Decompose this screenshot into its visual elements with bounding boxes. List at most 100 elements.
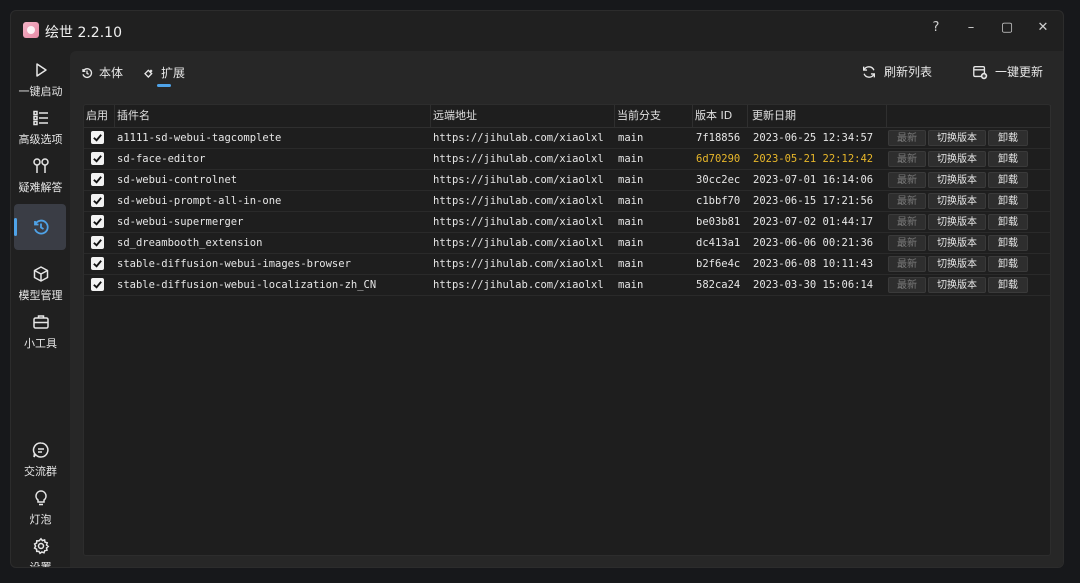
enable-checkbox[interactable]: [91, 215, 104, 228]
remote-url: https://jihulab.com/xiaolxl: [433, 237, 604, 249]
help-button[interactable]: ?: [921, 15, 951, 39]
sidebar-item-settings[interactable]: 设置: [11, 533, 70, 567]
uninstall-button[interactable]: 卸载: [988, 151, 1028, 167]
sidebar-item-advanced[interactable]: 高级选项: [11, 105, 70, 153]
latest-button[interactable]: 最新: [888, 235, 926, 251]
sidebar-item-label: 交流群: [24, 465, 57, 478]
col-name-header: 插件名: [115, 105, 431, 127]
uninstall-button[interactable]: 卸载: [988, 235, 1028, 251]
table-row: sd-webui-supermerger https://jihulab.com/…: [84, 212, 1050, 233]
update-date: 2023-06-08 10:11:43: [753, 258, 874, 270]
switch-version-button[interactable]: 切换版本: [928, 151, 986, 167]
title-bar: 绘世 2.2.10 ? – ▢ ✕: [11, 11, 1063, 51]
remote-url: https://jihulab.com/xiaolxl: [433, 216, 604, 228]
switch-version-button[interactable]: 切换版本: [928, 130, 986, 146]
sidebar-item-tools[interactable]: 小工具: [11, 309, 70, 357]
refresh-list-button[interactable]: 刷新列表: [861, 63, 932, 80]
tab-core[interactable]: 本体: [81, 64, 123, 81]
branch: main: [618, 279, 644, 291]
version-id: 6d70290: [696, 153, 741, 165]
enable-checkbox[interactable]: [91, 152, 104, 165]
sidebar-item-launch[interactable]: 一键启动: [11, 57, 70, 105]
latest-button[interactable]: 最新: [888, 214, 926, 230]
sidebar-item-label: 灯泡: [29, 513, 52, 526]
sidebar-item-models[interactable]: 模型管理: [11, 261, 70, 309]
sidebar-item-label: 疑难解答: [18, 181, 63, 194]
table-row: sd-webui-prompt-all-in-one https://jihula…: [84, 191, 1050, 212]
tab-extensions[interactable]: 扩展: [143, 64, 185, 81]
update-date: 2023-06-06 00:21:36: [753, 237, 874, 249]
sidebar-item-history[interactable]: [11, 204, 70, 252]
enable-checkbox[interactable]: [91, 257, 104, 270]
uninstall-button[interactable]: 卸载: [988, 277, 1028, 293]
sidebar-item-label: 一键启动: [18, 85, 63, 98]
sidebar-item-bulb[interactable]: 灯泡: [11, 485, 70, 533]
col-branch-header: 当前分支: [615, 105, 693, 127]
extensions-table: 启用 插件名 远端地址 当前分支 版本 ID 更新日期 a1111-sd-web…: [83, 104, 1051, 556]
check-icon: [93, 281, 102, 289]
switch-version-button[interactable]: 切换版本: [928, 235, 986, 251]
version-id: c1bbf70: [696, 195, 741, 207]
main-panel: 本体 扩展 刷新列表 一键更新 启用 插件名 远端地址 当前分支 版本 ID 更…: [70, 51, 1063, 567]
sidebar-item-label: 高级选项: [18, 133, 63, 146]
branch: main: [618, 195, 644, 207]
uninstall-button[interactable]: 卸载: [988, 256, 1028, 272]
branch: main: [618, 237, 644, 249]
update-date: 2023-07-01 16:14:06: [753, 174, 874, 186]
enable-checkbox[interactable]: [91, 236, 104, 249]
extension-name: sd_dreambooth_extension: [117, 237, 263, 249]
switch-version-button[interactable]: 切换版本: [928, 256, 986, 272]
update-date: 2023-07-02 01:44:17: [753, 216, 874, 228]
enable-checkbox[interactable]: [91, 194, 104, 207]
latest-button[interactable]: 最新: [888, 193, 926, 209]
tab-label: 扩展: [161, 66, 186, 80]
table-row: stable-diffusion-webui-images-browser htt…: [84, 254, 1050, 275]
switch-version-button[interactable]: 切换版本: [928, 172, 986, 188]
table-row: sd-webui-controlnet https://jihulab.com/x…: [84, 170, 1050, 191]
remote-url: https://jihulab.com/xiaolxl: [433, 153, 604, 165]
version-id: b2f6e4c: [696, 258, 741, 270]
col-enabled-header: 启用: [84, 105, 115, 127]
table-row: stable-diffusion-webui-localization-zh_C…: [84, 275, 1050, 296]
extension-name: sd-webui-supermerger: [117, 216, 244, 228]
enable-checkbox[interactable]: [91, 173, 104, 186]
refresh-list-label: 刷新列表: [884, 65, 933, 79]
version-id: 582ca24: [696, 279, 741, 291]
update-date: 2023-03-30 15:06:14: [753, 279, 874, 291]
sidebar-item-label: 小工具: [24, 337, 57, 350]
extension-name: sd-webui-prompt-all-in-one: [117, 195, 282, 207]
update-icon: [973, 65, 988, 79]
sidebar-item-label: 模型管理: [18, 289, 63, 302]
close-button[interactable]: ✕: [1028, 15, 1058, 39]
sidebar-item-chat[interactable]: 交流群: [11, 437, 70, 485]
switch-version-button[interactable]: 切换版本: [928, 214, 986, 230]
uninstall-button[interactable]: 卸载: [988, 172, 1028, 188]
latest-button[interactable]: 最新: [888, 277, 926, 293]
uninstall-button[interactable]: 卸载: [988, 130, 1028, 146]
table-row: sd_dreambooth_extension https://jihulab.c…: [84, 233, 1050, 254]
check-icon: [93, 176, 102, 184]
sidebar-item-troubleshoot[interactable]: 疑难解答: [11, 153, 70, 201]
latest-button[interactable]: 最新: [888, 130, 926, 146]
latest-button[interactable]: 最新: [888, 256, 926, 272]
minimize-button[interactable]: –: [956, 15, 986, 39]
enable-checkbox[interactable]: [91, 131, 104, 144]
app-window: 绘世 2.2.10 ? – ▢ ✕ 一键启动 高级选项 疑难解答 模型管理 小工…: [10, 10, 1064, 568]
branch: main: [618, 153, 644, 165]
extension-name: sd-webui-controlnet: [117, 174, 238, 186]
switch-version-button[interactable]: 切换版本: [928, 277, 986, 293]
maximize-button[interactable]: ▢: [992, 15, 1022, 39]
update-all-label: 一键更新: [995, 65, 1044, 79]
check-icon: [93, 239, 102, 247]
switch-version-button[interactable]: 切换版本: [928, 193, 986, 209]
uninstall-button[interactable]: 卸载: [988, 193, 1028, 209]
enable-checkbox[interactable]: [91, 278, 104, 291]
check-icon: [93, 155, 102, 163]
app-logo: [23, 22, 39, 38]
latest-button[interactable]: 最新: [888, 172, 926, 188]
uninstall-button[interactable]: 卸载: [988, 214, 1028, 230]
update-all-button[interactable]: 一键更新: [972, 63, 1043, 80]
latest-button[interactable]: 最新: [888, 151, 926, 167]
col-actions-header: [887, 105, 1051, 127]
remote-url: https://jihulab.com/xiaolxl: [433, 279, 604, 291]
